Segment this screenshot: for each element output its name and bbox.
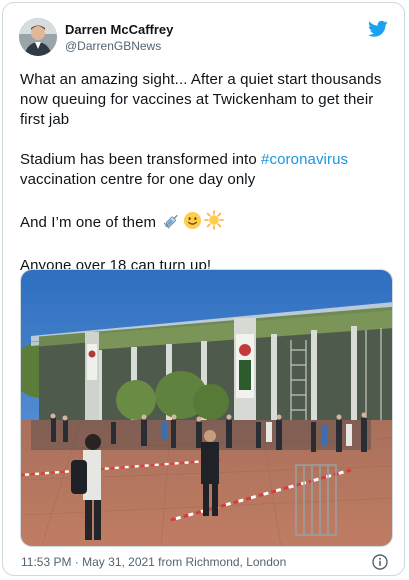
twitter-bird-icon[interactable] xyxy=(368,20,388,38)
tweet-paragraph-3: And I’m one of them xyxy=(20,210,395,236)
tweet-text-segment: Stadium has been transformed into xyxy=(20,151,262,168)
tweet-body: What an amazing sight... After a quiet s… xyxy=(20,70,395,276)
author-handle[interactable]: @DarrenGBNews xyxy=(65,39,161,54)
author-display-name[interactable]: Darren McCaffrey xyxy=(65,22,173,38)
sun-icon xyxy=(204,210,225,236)
avatar[interactable] xyxy=(19,18,57,56)
hashtag-link[interactable]: #coronavirus xyxy=(261,151,348,168)
tweet-card[interactable]: Darren McCaffrey @DarrenGBNews What an a… xyxy=(2,2,405,576)
tweet-text-segment: And I’m one of them xyxy=(20,214,157,231)
person-avatar-icon xyxy=(19,18,57,56)
tweet-paragraph-1: What an amazing sight... After a quiet s… xyxy=(20,71,382,128)
tweet-timestamp[interactable]: 11:53 PM · May 31, 2021 from Richmond, L… xyxy=(21,555,286,570)
info-icon[interactable] xyxy=(372,554,388,570)
tweet-text-segment: vaccination centre for one day only xyxy=(20,171,256,188)
smiling-face-icon xyxy=(183,211,202,236)
syringe-icon xyxy=(162,212,181,236)
tweet-paragraph-2: Stadium has been transformed into #coron… xyxy=(20,150,395,190)
stadium-queue-photo[interactable] xyxy=(20,269,393,547)
